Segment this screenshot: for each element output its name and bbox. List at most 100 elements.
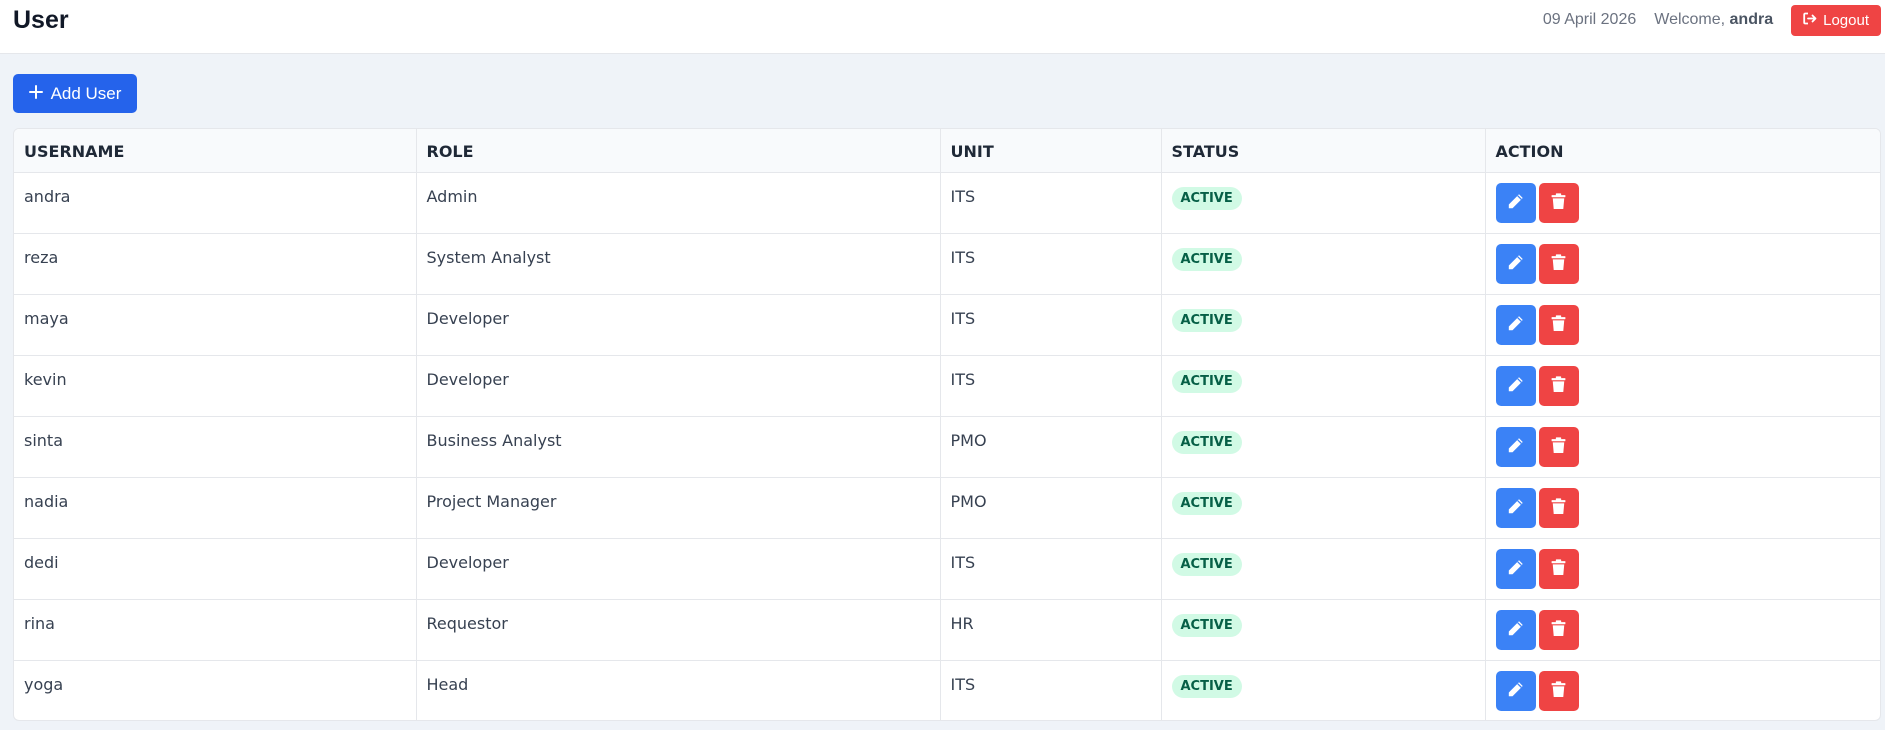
add-user-label: Add User	[50, 83, 122, 103]
cell-unit: ITS	[940, 233, 1162, 294]
welcome-text: Welcome, andra	[1654, 11, 1773, 29]
cell-status: ACTIVE	[1161, 172, 1486, 233]
pencil-icon	[1507, 254, 1524, 274]
delete-button[interactable]	[1538, 426, 1579, 467]
add-user-button[interactable]: Add User	[13, 74, 137, 113]
cell-role: Developer	[416, 294, 941, 355]
delete-button[interactable]	[1538, 304, 1579, 345]
cell-role: Business Analyst	[416, 416, 941, 477]
table-row: rina Requestor HR ACTIVE	[14, 599, 1880, 660]
table-row: dedi Developer ITS ACTIVE	[14, 538, 1880, 599]
cell-unit: ITS	[940, 660, 1162, 720]
delete-button[interactable]	[1538, 609, 1579, 650]
status-badge: ACTIVE	[1171, 491, 1242, 515]
table-row: maya Developer ITS ACTIVE	[14, 294, 1880, 355]
status-badge: ACTIVE	[1171, 247, 1242, 271]
trash-icon	[1551, 436, 1566, 457]
cell-role: Developer	[416, 355, 941, 416]
edit-button[interactable]	[1495, 243, 1536, 284]
topbar-right: 09 April 2026 Welcome, andra Logout	[1543, 4, 1881, 36]
table-body: andra Admin ITS ACTIVE reza System Analy…	[14, 172, 1880, 720]
pencil-icon	[1507, 681, 1524, 701]
table-row: nadia Project Manager PMO ACTIVE	[14, 477, 1880, 538]
edit-button[interactable]	[1495, 426, 1536, 467]
users-table: USERNAME ROLE UNIT STATUS ACTION andra A…	[14, 129, 1880, 720]
trash-icon	[1551, 375, 1566, 396]
edit-button[interactable]	[1495, 487, 1536, 528]
table-row: yoga Head ITS ACTIVE	[14, 660, 1880, 720]
pencil-icon	[1507, 498, 1524, 518]
delete-button[interactable]	[1538, 548, 1579, 589]
cell-role: Admin	[416, 172, 941, 233]
logout-icon	[1803, 12, 1817, 29]
plus-icon	[28, 84, 43, 104]
cell-action	[1485, 416, 1880, 477]
delete-button[interactable]	[1538, 243, 1579, 284]
cell-unit: ITS	[940, 172, 1162, 233]
pencil-icon	[1507, 376, 1524, 396]
cell-status: ACTIVE	[1161, 538, 1486, 599]
cell-status: ACTIVE	[1161, 416, 1486, 477]
cell-role: System Analyst	[416, 233, 941, 294]
cell-action	[1485, 294, 1880, 355]
cell-action	[1485, 233, 1880, 294]
trash-icon	[1551, 192, 1566, 213]
cell-username: nadia	[14, 477, 417, 538]
edit-button[interactable]	[1495, 548, 1536, 589]
column-header-username: USERNAME	[14, 129, 417, 173]
status-badge: ACTIVE	[1171, 308, 1242, 332]
edit-button[interactable]	[1495, 304, 1536, 345]
status-badge: ACTIVE	[1171, 186, 1242, 210]
column-header-action: ACTION	[1485, 129, 1880, 173]
logout-label: Logout	[1823, 11, 1869, 29]
cell-action	[1485, 538, 1880, 599]
edit-button[interactable]	[1495, 670, 1536, 711]
pencil-icon	[1507, 315, 1524, 335]
delete-button[interactable]	[1538, 487, 1579, 528]
edit-button[interactable]	[1495, 365, 1536, 406]
cell-role: Requestor	[416, 599, 941, 660]
cell-status: ACTIVE	[1161, 599, 1486, 660]
cell-action	[1485, 355, 1880, 416]
cell-action	[1485, 660, 1880, 720]
table-row: reza System Analyst ITS ACTIVE	[14, 233, 1880, 294]
edit-button[interactable]	[1495, 609, 1536, 650]
table-row: andra Admin ITS ACTIVE	[14, 172, 1880, 233]
status-badge: ACTIVE	[1171, 552, 1242, 576]
cell-status: ACTIVE	[1161, 355, 1486, 416]
cell-unit: ITS	[940, 538, 1162, 599]
cell-unit: ITS	[940, 355, 1162, 416]
edit-button[interactable]	[1495, 182, 1536, 223]
delete-button[interactable]	[1538, 670, 1579, 711]
cell-status: ACTIVE	[1161, 660, 1486, 720]
welcome-prefix: Welcome,	[1654, 11, 1730, 28]
page-title: User	[13, 6, 69, 34]
cell-status: ACTIVE	[1161, 294, 1486, 355]
cell-action	[1485, 172, 1880, 233]
status-badge: ACTIVE	[1171, 430, 1242, 454]
delete-button[interactable]	[1538, 182, 1579, 223]
cell-username: rina	[14, 599, 417, 660]
trash-icon	[1551, 314, 1566, 335]
cell-username: yoga	[14, 660, 417, 720]
trash-icon	[1551, 497, 1566, 518]
users-table-card: USERNAME ROLE UNIT STATUS ACTION andra A…	[13, 128, 1881, 721]
cell-unit: PMO	[940, 477, 1162, 538]
table-row: kevin Developer ITS ACTIVE	[14, 355, 1880, 416]
pencil-icon	[1507, 437, 1524, 457]
cell-role: Developer	[416, 538, 941, 599]
cell-unit: HR	[940, 599, 1162, 660]
cell-username: dedi	[14, 538, 417, 599]
pencil-icon	[1507, 193, 1524, 213]
status-badge: ACTIVE	[1171, 613, 1242, 637]
column-header-unit: UNIT	[940, 129, 1162, 173]
cell-unit: PMO	[940, 416, 1162, 477]
column-header-role: ROLE	[416, 129, 941, 173]
delete-button[interactable]	[1538, 365, 1579, 406]
logout-button[interactable]: Logout	[1791, 4, 1881, 36]
trash-icon	[1551, 619, 1566, 640]
table-row: sinta Business Analyst PMO ACTIVE	[14, 416, 1880, 477]
cell-role: Head	[416, 660, 941, 720]
pencil-icon	[1507, 559, 1524, 579]
trash-icon	[1551, 253, 1566, 274]
